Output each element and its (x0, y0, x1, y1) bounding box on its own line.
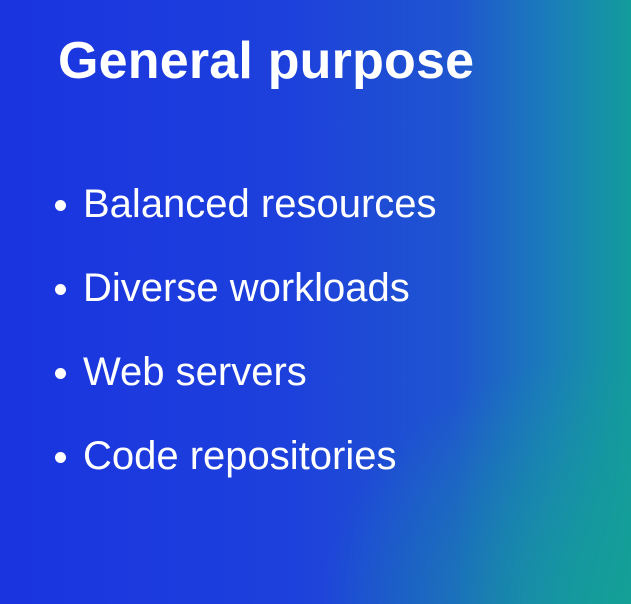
list-item: Diverse workloads (55, 246, 437, 330)
bullet-list: Balanced resources Diverse workloads Web… (55, 162, 437, 498)
bullet-text: Diverse workloads (83, 265, 410, 310)
list-item: Code repositories (55, 414, 437, 498)
bullet-dot-icon (55, 367, 66, 379)
bullet-text: Code repositories (83, 433, 397, 478)
slide-title: General purpose (58, 32, 475, 90)
list-item: Balanced resources (55, 162, 437, 246)
bullet-dot-icon (55, 199, 66, 211)
bullet-dot-icon (55, 283, 66, 295)
list-item: Web servers (55, 330, 437, 414)
bullet-text: Balanced resources (83, 181, 437, 226)
slide: General purpose Balanced resources Diver… (0, 0, 631, 604)
bullet-text: Web servers (83, 349, 307, 394)
bullet-dot-icon (55, 451, 66, 463)
